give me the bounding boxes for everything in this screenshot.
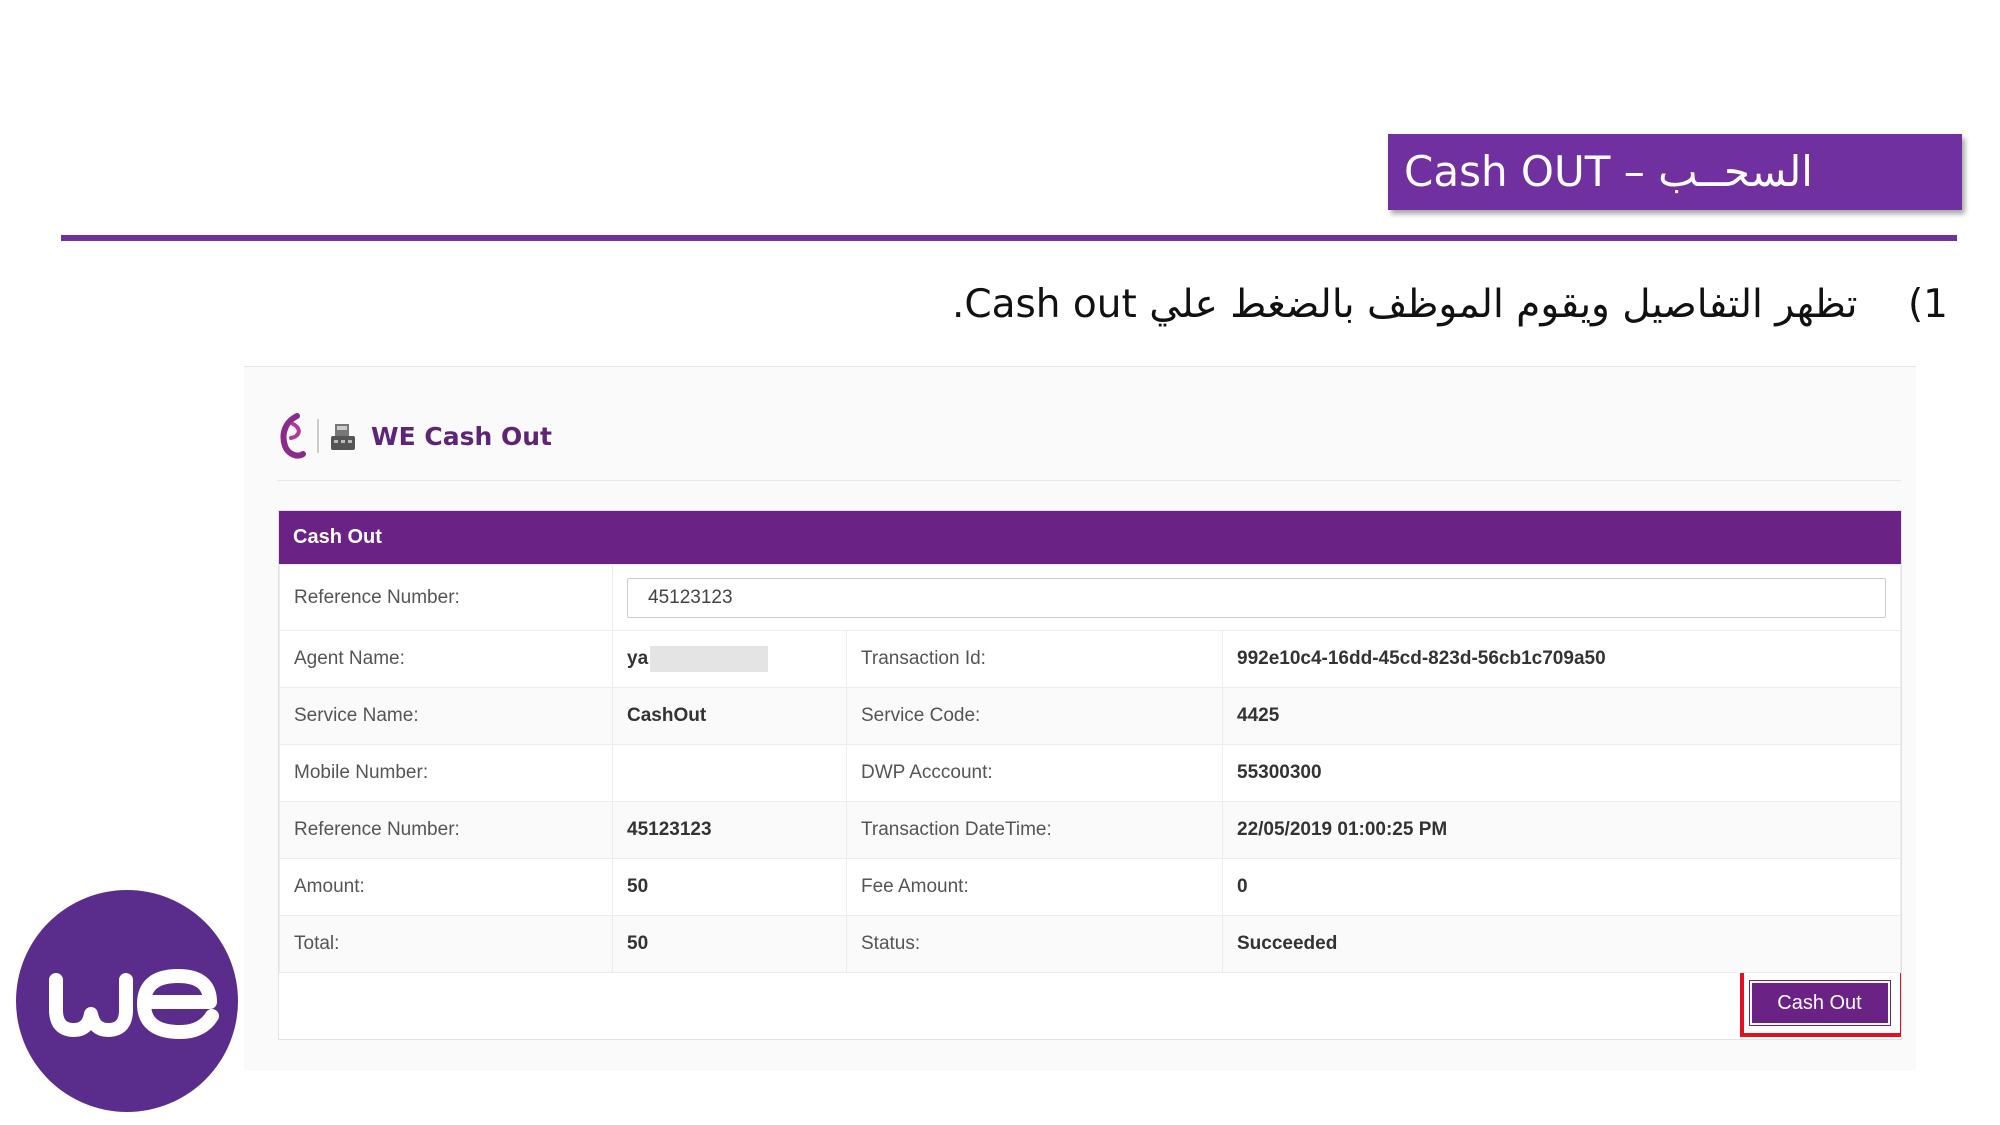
slide-title: Cash OUT – السحــب: [1404, 147, 1813, 196]
field-value: 22/05/2019 01:00:25 PM: [1222, 801, 1901, 859]
field-label: Mobile Number:: [279, 744, 613, 802]
field-value: 4425: [1222, 687, 1901, 745]
field-value: 50: [612, 915, 847, 973]
table-row: Agent Name: ya Transaction Id: 992e10c4-…: [279, 630, 1901, 688]
field-value: 55300300: [1222, 744, 1901, 802]
table-row: Amount: 50 Fee Amount: 0: [279, 858, 1901, 916]
we-logo: [16, 890, 238, 1112]
reference-row: Reference Number:: [279, 564, 1901, 631]
we-logo-mark: [49, 969, 219, 1039]
title-divider: [61, 235, 1957, 241]
field-label: Reference Number:: [279, 564, 613, 631]
slide-title-banner: Cash OUT – السحــب: [1388, 134, 1962, 210]
panel-heading: Cash Out: [279, 511, 1901, 564]
field-value: CashOut: [612, 687, 847, 745]
field-label: DWP Acccount:: [846, 744, 1223, 802]
field-label: Service Name:: [279, 687, 613, 745]
field-value: Succeeded: [1222, 915, 1901, 973]
table-row: Mobile Number: DWP Acccount: 55300300: [279, 744, 1901, 802]
header-separator: [317, 419, 319, 453]
footer-row: Cash Out: [280, 972, 1901, 1039]
app-header: WE Cash Out: [277, 411, 552, 461]
field-value: 50: [612, 858, 847, 916]
field-label: Service Code:: [846, 687, 1223, 745]
field-value: 45123123: [612, 801, 847, 859]
details-table: Reference Number: Agent Name: ya Transac…: [279, 564, 1901, 1039]
instruction-line: 1) تظهر التفاصيل ويقوم الموظف بالضغط علي…: [952, 282, 1948, 327]
field-label: Total:: [279, 915, 613, 973]
cash-register-icon: [331, 424, 355, 450]
field-label: Agent Name:: [279, 630, 613, 688]
field-value: [612, 744, 847, 802]
table-row: Service Name: CashOut Service Code: 4425: [279, 687, 1901, 745]
field-label: Fee Amount:: [846, 858, 1223, 916]
cash-out-panel: Cash Out Reference Number: Agent Name: y…: [278, 510, 1902, 1040]
redacted-block: [650, 646, 769, 672]
app-screenshot: WE Cash Out Cash Out Reference Number: A…: [244, 366, 1916, 1071]
instruction-text: تظهر التفاصيل ويقوم الموظف بالضغط علي Ca…: [951, 282, 1858, 327]
field-label: Reference Number:: [279, 801, 613, 859]
table-row: Total: 50 Status: Succeeded: [279, 915, 1901, 973]
field-value: 992e10c4-16dd-45cd-823d-56cb1c709a50: [1222, 630, 1901, 688]
field-label: Amount:: [279, 858, 613, 916]
field-value: 0: [1222, 858, 1901, 916]
field-value: ya: [627, 648, 649, 670]
cash-out-button[interactable]: Cash Out: [1748, 980, 1891, 1026]
field-label: Transaction DateTime:: [846, 801, 1223, 859]
field-label: Transaction Id:: [846, 630, 1223, 688]
table-row: Reference Number: 45123123 Transaction D…: [279, 801, 1901, 859]
field-label: Status:: [846, 915, 1223, 973]
we-brand-icon: [280, 413, 306, 459]
app-title: WE Cash Out: [371, 421, 552, 451]
reference-number-input[interactable]: [627, 577, 1886, 618]
header-rule: [277, 480, 1901, 481]
instruction-number: 1): [1907, 282, 1948, 327]
